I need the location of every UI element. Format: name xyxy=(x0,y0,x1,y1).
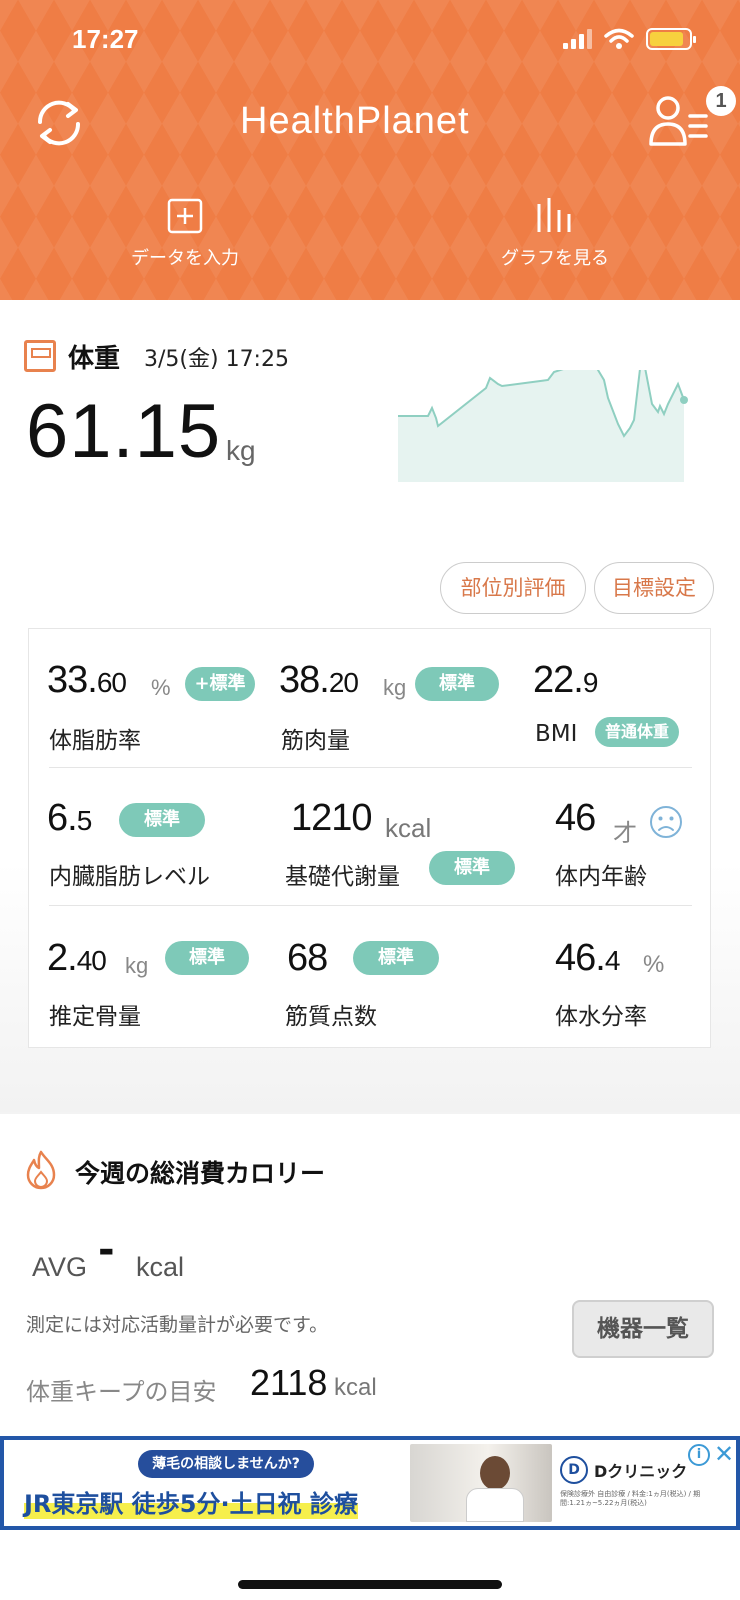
weight-sparkline[interactable] xyxy=(398,370,698,482)
ad-banner[interactable]: 薄毛の相談しませんか? JR東京駅 徒歩5分·土日祝 診療 D Dクリニック 保… xyxy=(0,1436,740,1530)
weight-card: 体重 3/5(金) 17:25 61.15 kg 部位別評価 目標設定 33.6… xyxy=(0,300,740,1112)
bmr-label: 基礎代謝量 xyxy=(285,864,400,890)
weight-date: 3/5(金) 17:25 xyxy=(144,347,289,372)
calories-card: 今週の総消費カロリー AVG - kcal 測定には対応活動量計が必要です。 機… xyxy=(0,1114,740,1436)
weight-keep-value: 2118 xyxy=(250,1362,328,1403)
weight-value: 61.15 xyxy=(26,389,222,474)
profile-menu-button[interactable] xyxy=(648,92,712,154)
sync-button[interactable] xyxy=(28,92,90,154)
bone-mass-value: 2.40 xyxy=(47,937,107,979)
bone-mass-unit: kg xyxy=(125,953,149,978)
bmr-badge: 標準 xyxy=(429,851,515,885)
app-header: 17:27 HealthPlanet 1 データを入力 グラフを見る xyxy=(0,0,740,300)
body-fat-badge: +標準 xyxy=(185,667,255,701)
body-age-label: 体内年齢 xyxy=(555,864,647,890)
ad-brand: Dクリニック xyxy=(594,1462,688,1481)
muscle-score-value: 68 xyxy=(287,937,328,979)
home-indicator[interactable] xyxy=(238,1580,502,1589)
ad-info-icon[interactable]: i xyxy=(688,1444,710,1466)
bmi-value: 22.9 xyxy=(533,659,598,701)
muscle-score-badge: 標準 xyxy=(353,941,439,975)
visceral-fat-value: 6.5 xyxy=(47,797,92,839)
body-water-label: 体水分率 xyxy=(555,1004,647,1030)
bmi-label: BMI xyxy=(535,721,578,747)
muscle-value: 38.20 xyxy=(279,659,359,701)
bone-mass-label: 推定骨量 xyxy=(49,1004,141,1030)
app-logo: HealthPlanet xyxy=(240,100,470,142)
input-data-button[interactable]: データを入力 xyxy=(85,198,285,270)
body-water-value: 46.4 xyxy=(555,937,620,979)
weight-unit: kg xyxy=(226,435,256,466)
view-graph-label: グラフを見る xyxy=(501,248,609,269)
weight-title: 体重 xyxy=(68,344,121,374)
sad-face-icon xyxy=(650,806,682,838)
muscle-label: 筋肉量 xyxy=(281,728,350,754)
goal-setting-button[interactable]: 目標設定 xyxy=(594,562,714,614)
metrics-divider xyxy=(49,905,692,906)
status-icons xyxy=(562,28,696,50)
device-list-button[interactable]: 機器一覧 xyxy=(572,1300,714,1358)
input-data-label: データを入力 xyxy=(131,248,239,269)
bmr-unit: kcal xyxy=(385,813,432,843)
flame-icon xyxy=(26,1150,56,1190)
status-time: 17:27 xyxy=(72,24,139,54)
calories-avg-unit: kcal xyxy=(136,1252,185,1282)
battery-icon xyxy=(646,28,696,50)
ad-close-icon[interactable]: ✕ xyxy=(714,1440,734,1468)
calories-avg-value: - xyxy=(98,1227,115,1273)
body-fat-value: 33.60 xyxy=(47,659,127,701)
view-graph-button[interactable]: グラフを見る xyxy=(455,198,655,270)
ad-brand-mark: D xyxy=(560,1456,588,1484)
bmr-value: 1210 xyxy=(291,797,373,839)
ad-fine-print: 保険診療外 自由診療 / 料金:1ヵ月(税込) / 期間:1.21ヵ~5.22ヵ… xyxy=(560,1490,701,1507)
status-bar: 17:27 xyxy=(0,0,740,80)
cellular-signal-icon xyxy=(563,29,592,49)
body-water-unit: % xyxy=(643,951,665,978)
body-age-unit: 才 xyxy=(613,820,637,847)
bottom-bar xyxy=(0,1530,740,1600)
scale-icon xyxy=(24,340,56,372)
body-fat-unit: % xyxy=(151,675,171,700)
body-part-evaluation-button[interactable]: 部位別評価 xyxy=(440,562,586,614)
calories-avg-label: AVG xyxy=(32,1252,88,1282)
notification-badge: 1 xyxy=(706,86,736,116)
sync-icon xyxy=(37,100,81,146)
plus-square-icon xyxy=(167,198,203,234)
bar-chart-icon xyxy=(537,198,571,232)
body-age-value: 46 xyxy=(555,797,596,839)
weight-keep-label: 体重キープの目安 xyxy=(26,1378,217,1406)
muscle-score-label: 筋質点数 xyxy=(285,1004,377,1030)
bone-mass-badge: 標準 xyxy=(165,941,249,975)
calories-note: 測定には対応活動量計が必要です。 xyxy=(26,1314,329,1336)
calories-title: 今週の総消費カロリー xyxy=(75,1159,326,1188)
ad-headline: JR東京駅 徒歩5分·土日祝 診療 xyxy=(24,1484,358,1519)
muscle-badge: 標準 xyxy=(415,667,499,701)
ad-photo xyxy=(410,1444,552,1522)
body-metrics-panel: 33.60 % +標準 体脂肪率 38.20 kg 標準 筋肉量 22.9 BM… xyxy=(28,628,711,1048)
body-fat-label: 体脂肪率 xyxy=(49,728,141,754)
metrics-divider xyxy=(49,767,692,768)
bmi-badge: 普通体重 xyxy=(595,717,679,747)
weight-keep-unit: kcal xyxy=(334,1374,377,1401)
visceral-fat-badge: 標準 xyxy=(119,803,205,837)
muscle-unit: kg xyxy=(383,675,407,700)
wifi-icon xyxy=(604,28,634,49)
visceral-fat-label: 内臓脂肪レベル xyxy=(49,864,210,890)
ad-catchphrase: 薄毛の相談しませんか? xyxy=(138,1450,314,1478)
user-list-icon xyxy=(649,96,708,146)
